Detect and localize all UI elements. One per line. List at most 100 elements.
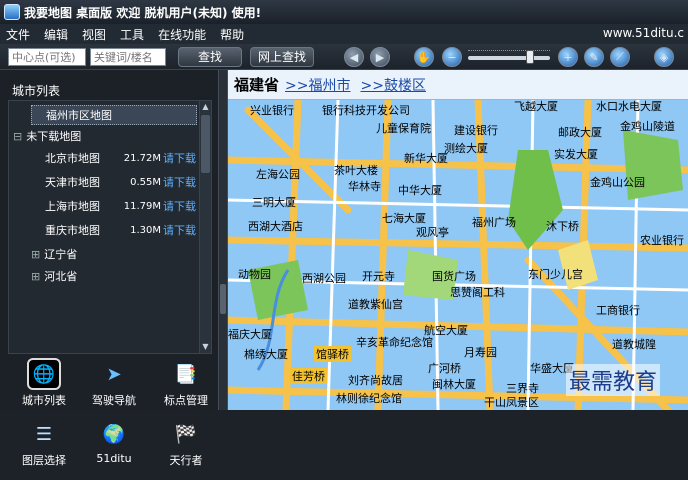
measure-icon[interactable]: ✎ bbox=[584, 47, 604, 67]
map-canvas[interactable] bbox=[228, 70, 688, 410]
menu-tools[interactable]: 工具 bbox=[120, 26, 144, 43]
map-label[interactable]: 开元寺 bbox=[362, 268, 395, 284]
map-label[interactable]: 国货广场 bbox=[432, 268, 476, 284]
download-link[interactable]: 请下载 bbox=[163, 149, 196, 169]
menu-edit[interactable]: 编辑 bbox=[44, 26, 68, 43]
tree-item-liaoning[interactable]: ⊞ 辽宁省 bbox=[31, 245, 77, 265]
map-label[interactable]: 沐下桥 bbox=[546, 218, 579, 234]
tree-item-hebei[interactable]: ⊞ 河北省 bbox=[31, 267, 77, 287]
city-list-button[interactable]: 🌐 城市列表 bbox=[12, 358, 76, 410]
layer-select-button[interactable]: ☰ 图层选择 bbox=[12, 418, 76, 470]
expand-icon[interactable]: ⊞ bbox=[31, 270, 40, 283]
ruler-icon[interactable]: ⟋ bbox=[610, 47, 630, 67]
map-label[interactable]: 测绘大厦 bbox=[444, 140, 488, 156]
search-button[interactable]: 查找 bbox=[178, 47, 242, 67]
driving-nav-button[interactable]: ➤ 驾驶导航 bbox=[82, 358, 146, 410]
window-title: 我要地图 桌面版 欢迎 脱机用户(未知) 使用! bbox=[24, 5, 262, 20]
tree-item-shanghai[interactable]: 上海市地图 11.79M 请下载 bbox=[45, 197, 201, 217]
map-label[interactable]: 工商银行 bbox=[596, 302, 640, 318]
zoom-in-icon[interactable]: + bbox=[558, 47, 578, 67]
map-label[interactable]: 金鸡山公园 bbox=[590, 174, 645, 190]
map-label[interactable]: 三明大厦 bbox=[252, 194, 296, 210]
menu-help[interactable]: 帮助 bbox=[220, 26, 244, 43]
collapse-icon[interactable]: ⊟ bbox=[13, 130, 22, 143]
menu-online[interactable]: 在线功能 bbox=[158, 26, 206, 43]
map-label[interactable]: 广河桥 bbox=[428, 360, 461, 376]
keyword-input[interactable] bbox=[90, 48, 166, 66]
tree-item-chongqing[interactable]: 重庆市地图 1.30M 请下载 bbox=[45, 221, 201, 241]
map-label[interactable]: 华林寺 bbox=[348, 178, 381, 194]
bookmark-manage-button[interactable]: 📑 标点管理 bbox=[154, 358, 218, 410]
city-tree: 福州市区地图 ⊟ 未下载地图 北京市地图 21.72M 请下载 天津市地图 0.55M 请… bbox=[8, 100, 212, 354]
download-link[interactable]: 请下载 bbox=[163, 221, 196, 241]
map-label[interactable]: 林则徐纪念馆 bbox=[336, 390, 402, 406]
map-label[interactable]: 闽林大厦 bbox=[432, 376, 476, 392]
download-link[interactable]: 请下载 bbox=[163, 197, 196, 217]
panel-splitter[interactable] bbox=[218, 70, 228, 410]
tree-item-fuzhou[interactable]: 福州市区地图 bbox=[31, 105, 197, 125]
hand-pan-icon[interactable]: ✋ bbox=[414, 47, 434, 67]
breadcrumb-district[interactable]: >>鼓楼区 bbox=[360, 75, 425, 95]
tree-item-undownloaded[interactable]: ⊟ 未下载地图 bbox=[13, 127, 81, 147]
map-label[interactable]: 邮政大厦 bbox=[558, 124, 602, 140]
navigation-arrow-icon: ➤ bbox=[106, 363, 122, 385]
map-label[interactable]: 西湖大酒店 bbox=[248, 218, 303, 234]
menu-file[interactable]: 文件 bbox=[6, 26, 30, 43]
tree-item-beijing[interactable]: 北京市地图 21.72M 请下载 bbox=[45, 149, 201, 169]
forward-icon[interactable]: ▶ bbox=[370, 47, 390, 67]
map-label[interactable]: 飞越大厦 bbox=[514, 98, 558, 114]
map-label[interactable]: 刘齐尚故居 bbox=[348, 372, 403, 388]
map-label[interactable]: 月寿园 bbox=[464, 344, 497, 360]
map-label[interactable]: 观风亭 bbox=[416, 224, 449, 240]
map-label[interactable]: 实发大厦 bbox=[554, 146, 598, 162]
map-label[interactable]: 中华大厦 bbox=[398, 182, 442, 198]
zoom-slider[interactable] bbox=[468, 50, 550, 64]
map-label[interactable]: 左海公园 bbox=[256, 166, 300, 182]
breadcrumb-province[interactable]: 福建省 bbox=[234, 74, 279, 95]
download-link[interactable]: 请下载 bbox=[163, 173, 196, 193]
map-label[interactable]: 思赞阁工科 bbox=[450, 284, 505, 300]
map-label[interactable]: 金鸡山陵道 bbox=[620, 118, 675, 134]
map-label[interactable]: 棉绣大厦 bbox=[244, 346, 288, 362]
layers-icon[interactable]: ◈ bbox=[654, 47, 674, 67]
tree-scrollbar[interactable]: ▲ ▼ bbox=[199, 101, 211, 353]
map-label[interactable]: 福州广场 bbox=[472, 214, 516, 230]
map-label[interactable]: 西湖公园 bbox=[302, 270, 346, 286]
splitter-grip[interactable] bbox=[220, 284, 226, 314]
menu-view[interactable]: 视图 bbox=[82, 26, 106, 43]
map-label[interactable]: 馆驿桥 bbox=[314, 346, 351, 362]
scroll-down-icon[interactable]: ▼ bbox=[200, 341, 211, 353]
back-icon[interactable]: ◀ bbox=[344, 47, 364, 67]
map-label[interactable]: 新华大厦 bbox=[404, 150, 448, 166]
map-label[interactable]: 佳芳桥 bbox=[290, 368, 327, 384]
map-label[interactable]: 农业银行 bbox=[640, 232, 684, 248]
tree-item-tianjin[interactable]: 天津市地图 0.55M 请下载 bbox=[45, 173, 201, 193]
map-label[interactable]: 儿童保育院 bbox=[376, 120, 431, 136]
map-label[interactable]: 动物园 bbox=[238, 266, 271, 282]
map-label[interactable]: 建设银行 bbox=[454, 122, 498, 138]
zoom-out-icon[interactable]: − bbox=[442, 47, 462, 67]
center-point-input[interactable] bbox=[8, 48, 86, 66]
map-label[interactable]: 道教紫仙宫 bbox=[348, 296, 403, 312]
51ditu-button[interactable]: 🌍 51ditu bbox=[82, 418, 146, 470]
map-label[interactable]: 兴业银行 bbox=[250, 102, 294, 118]
map-label[interactable]: 福庆大厦 bbox=[228, 326, 272, 342]
map-label[interactable]: 航空大厦 bbox=[424, 322, 468, 338]
map-label[interactable]: 银行科技开发公司 bbox=[322, 102, 410, 118]
skywalker-button[interactable]: 🏁 天行者 bbox=[154, 418, 218, 470]
map-view[interactable]: 福建省 >>福州市 >>鼓楼区 兴业银行 银行科技开发公司 飞越大厦 水口水电大… bbox=[228, 70, 688, 410]
site-url[interactable]: www.51ditu.c bbox=[603, 26, 684, 40]
menu-bar: 文件 编辑 视图 工具 在线功能 帮助 www.51ditu.c bbox=[0, 24, 688, 44]
map-label[interactable]: 水口水电大厦 bbox=[596, 98, 662, 114]
map-label[interactable]: 道教城隍 bbox=[612, 336, 656, 352]
breadcrumb-city[interactable]: >>福州市 bbox=[285, 75, 350, 95]
scroll-thumb[interactable] bbox=[201, 115, 210, 173]
map-label[interactable]: 干山凤景区 bbox=[484, 394, 539, 410]
map-label[interactable]: 东门少儿宫 bbox=[528, 266, 583, 282]
web-search-button[interactable]: 网上查找 bbox=[250, 47, 314, 67]
map-label[interactable]: 辛亥革命纪念馆 bbox=[356, 334, 433, 350]
zoom-slider-knob[interactable] bbox=[526, 50, 534, 64]
scroll-up-icon[interactable]: ▲ bbox=[200, 101, 211, 113]
expand-icon[interactable]: ⊞ bbox=[31, 248, 40, 261]
map-label[interactable]: 茶叶大楼 bbox=[334, 162, 378, 178]
